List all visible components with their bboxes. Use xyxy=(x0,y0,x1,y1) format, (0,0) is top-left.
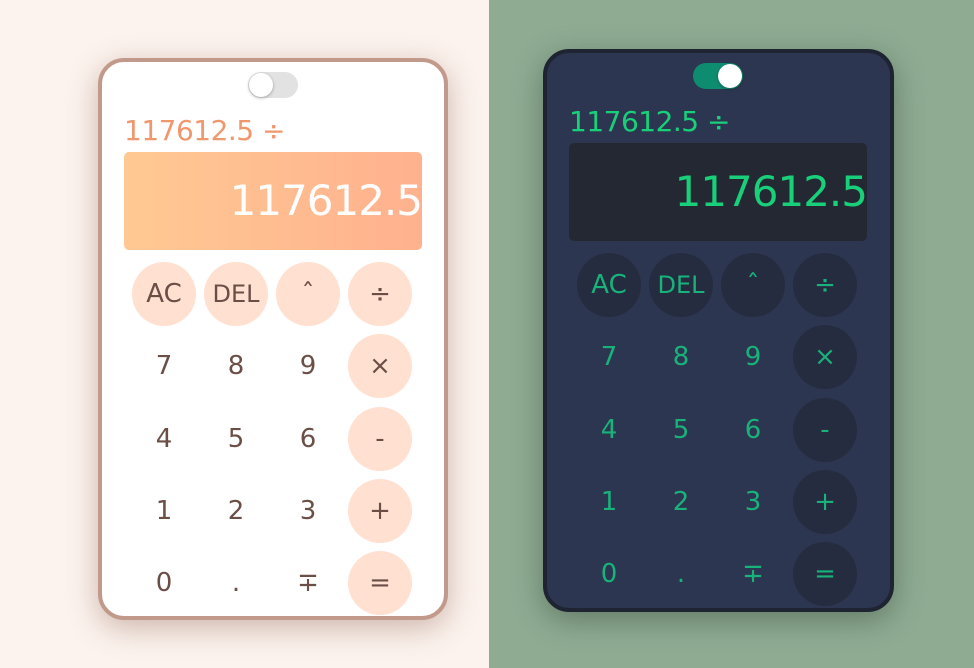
digit-8-button[interactable]: 8 xyxy=(649,325,713,389)
digit-4-button[interactable]: 4 xyxy=(132,407,196,471)
digit-6-button[interactable]: 6 xyxy=(276,407,340,471)
light-theme-background: 117612.5 ÷ 117612.5 AC DEL ˆ ÷ 7 8 9 × 4… xyxy=(0,0,489,668)
result-screen: 117612.5 xyxy=(124,152,422,250)
minus-button[interactable]: - xyxy=(348,407,412,471)
digit-3-button[interactable]: 3 xyxy=(721,470,785,534)
equals-button[interactable]: = xyxy=(348,551,412,615)
calculator-dark: 117612.5 ÷ 117612.5 AC DEL ˆ ÷ 7 8 9 × 4… xyxy=(543,49,894,612)
digit-2-button[interactable]: 2 xyxy=(204,479,268,543)
multiply-button[interactable]: × xyxy=(793,325,857,389)
expression-display: 117612.5 ÷ xyxy=(569,105,730,138)
multiply-button[interactable]: × xyxy=(348,334,412,398)
result-value: 117612.5 xyxy=(674,167,867,216)
delete-button[interactable]: DEL xyxy=(649,253,713,317)
digit-0-button[interactable]: 0 xyxy=(132,551,196,615)
digit-3-button[interactable]: 3 xyxy=(276,479,340,543)
expression-display: 117612.5 ÷ xyxy=(124,114,285,147)
digit-5-button[interactable]: 5 xyxy=(204,407,268,471)
digit-7-button[interactable]: 7 xyxy=(132,334,196,398)
plus-button[interactable]: + xyxy=(348,479,412,543)
digit-0-button[interactable]: 0 xyxy=(577,542,641,606)
toggle-knob xyxy=(249,73,273,97)
digit-4-button[interactable]: 4 xyxy=(577,398,641,462)
digit-6-button[interactable]: 6 xyxy=(721,398,785,462)
decimal-button[interactable]: . xyxy=(649,542,713,606)
digit-5-button[interactable]: 5 xyxy=(649,398,713,462)
toggle-knob xyxy=(718,64,742,88)
ac-button[interactable]: AC xyxy=(577,253,641,317)
result-value: 117612.5 xyxy=(229,176,422,225)
divide-button[interactable]: ÷ xyxy=(793,253,857,317)
power-button[interactable]: ˆ xyxy=(276,262,340,326)
calculator-light: 117612.5 ÷ 117612.5 AC DEL ˆ ÷ 7 8 9 × 4… xyxy=(98,58,448,620)
delete-button[interactable]: DEL xyxy=(204,262,268,326)
negate-button[interactable]: ∓ xyxy=(276,551,340,615)
theme-toggle[interactable] xyxy=(693,63,743,89)
digit-1-button[interactable]: 1 xyxy=(132,479,196,543)
plus-button[interactable]: + xyxy=(793,470,857,534)
theme-toggle[interactable] xyxy=(248,72,298,98)
equals-button[interactable]: = xyxy=(793,542,857,606)
result-screen: 117612.5 xyxy=(569,143,867,241)
power-button[interactable]: ˆ xyxy=(721,253,785,317)
minus-button[interactable]: - xyxy=(793,398,857,462)
digit-1-button[interactable]: 1 xyxy=(577,470,641,534)
digit-7-button[interactable]: 7 xyxy=(577,325,641,389)
digit-9-button[interactable]: 9 xyxy=(721,325,785,389)
digit-2-button[interactable]: 2 xyxy=(649,470,713,534)
decimal-button[interactable]: . xyxy=(204,551,268,615)
ac-button[interactable]: AC xyxy=(132,262,196,326)
divide-button[interactable]: ÷ xyxy=(348,262,412,326)
digit-9-button[interactable]: 9 xyxy=(276,334,340,398)
digit-8-button[interactable]: 8 xyxy=(204,334,268,398)
negate-button[interactable]: ∓ xyxy=(721,542,785,606)
